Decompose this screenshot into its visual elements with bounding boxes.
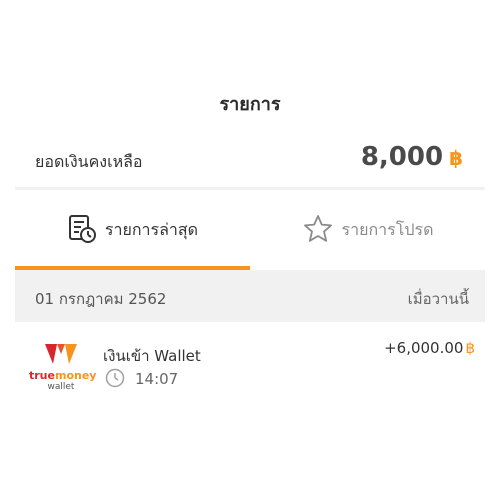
tab-recent[interactable]: รายการล่าสุด bbox=[15, 191, 250, 270]
balance-label: ยอดเงินคงเหลือ bbox=[35, 152, 143, 171]
balance-row: ยอดเงินคงเหลือ 8,000 ฿ bbox=[15, 138, 485, 186]
baht-icon: ฿ bbox=[449, 146, 463, 170]
page-title: รายการ bbox=[219, 94, 281, 115]
transaction-amount: +6,000.00 ฿ bbox=[384, 339, 475, 357]
tab-favorites[interactable]: รายการโปรด bbox=[250, 191, 485, 270]
transactions-screen: รายการ ยอดเงินคงเหลือ 8,000 ฿ รายการล่าสุ… bbox=[15, 0, 485, 425]
tab-recent-label: รายการล่าสุด bbox=[104, 220, 199, 239]
logo-sub: wallet bbox=[47, 382, 75, 392]
group-date: 01 กรกฎาคม 2562 bbox=[35, 290, 167, 308]
transaction-amount-value: +6,000.00 bbox=[384, 339, 464, 357]
tab-favorites-label: รายการโปรด bbox=[341, 220, 434, 239]
date-group-header: 01 กรกฎาคม 2562 เมื่อวานนี้ bbox=[15, 270, 485, 322]
baht-icon: ฿ bbox=[465, 339, 475, 357]
truemoney-wallet-logo: truemoney wallet bbox=[29, 342, 97, 396]
clock-icon bbox=[105, 368, 125, 388]
group-relative-date: เมื่อวานนี้ bbox=[407, 290, 469, 308]
transaction-row[interactable]: truemoney wallet เงินเข้า Wallet 14:07 +… bbox=[15, 322, 485, 425]
balance-value: 8,000 bbox=[360, 142, 444, 172]
transaction-time: 14:07 bbox=[135, 370, 179, 388]
divider bbox=[15, 187, 485, 190]
star-icon bbox=[302, 213, 334, 249]
balance-amount: 8,000 ฿ bbox=[361, 142, 463, 172]
tab-bar: รายการล่าสุด รายการโปรด bbox=[15, 191, 485, 270]
logo-brand-money: money bbox=[54, 369, 97, 382]
list-clock-icon bbox=[67, 214, 97, 248]
logo-brand-true: true bbox=[29, 369, 55, 382]
transaction-title: เงินเข้า Wallet bbox=[103, 347, 201, 365]
